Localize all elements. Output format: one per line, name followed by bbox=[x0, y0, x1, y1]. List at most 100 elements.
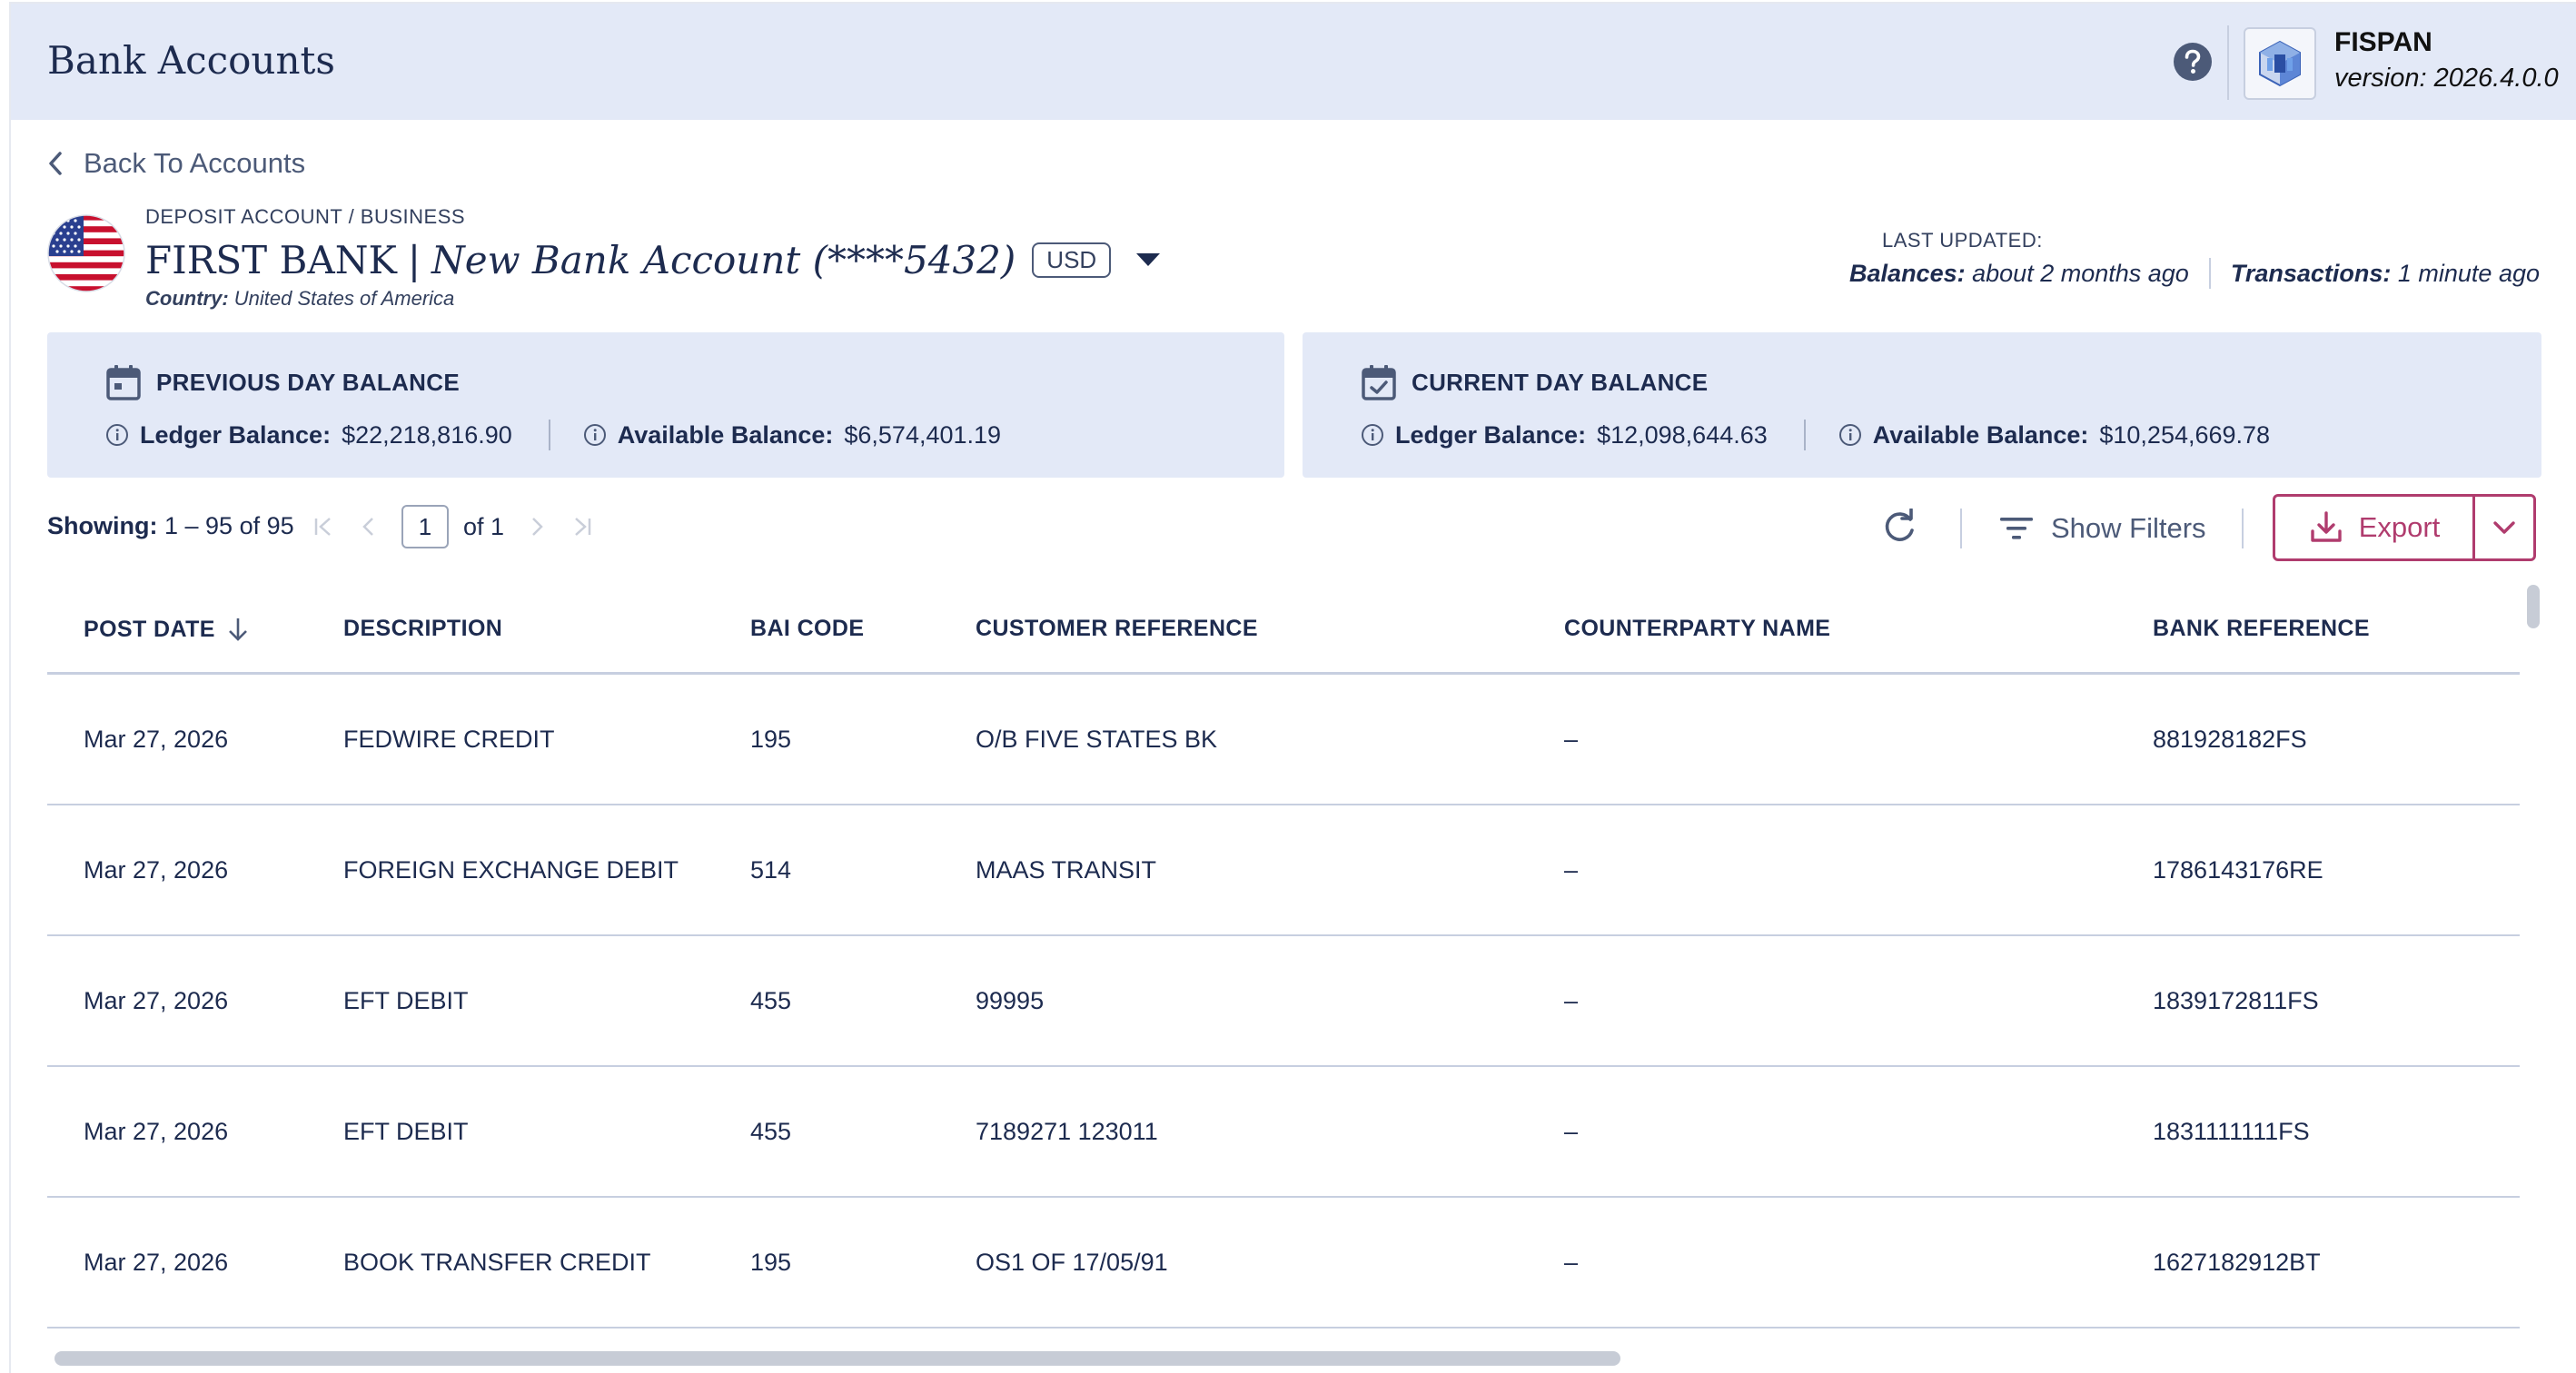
last-page-icon[interactable] bbox=[570, 514, 595, 539]
cell-counterparty-name: – bbox=[1564, 987, 1579, 1014]
table-row[interactable]: Mar 27, 2026 EFT DEBIT 455 7189271 12301… bbox=[47, 1067, 2520, 1198]
cell-counterparty-name: – bbox=[1564, 856, 1579, 884]
prev-available-balance: Available Balance: $6,574,401.19 bbox=[583, 421, 1001, 449]
cell-counterparty-name: – bbox=[1564, 726, 1579, 753]
bank-name: FIRST BANK bbox=[145, 237, 397, 282]
balances-updated-value: about 2 months ago bbox=[1972, 259, 2189, 287]
last-updated-label: LAST UPDATED: bbox=[1882, 229, 2043, 252]
cell-bai-code: 195 bbox=[750, 726, 792, 753]
prev-ledger-balance: Ledger Balance: $22,218,816.90 bbox=[105, 421, 512, 449]
balances-updated-label: Balances: bbox=[1849, 259, 1966, 287]
info-icon[interactable] bbox=[1361, 423, 1384, 447]
help-icon[interactable] bbox=[2173, 42, 2213, 82]
cell-description: EFT DEBIT bbox=[343, 1118, 469, 1145]
brand-logo bbox=[2244, 27, 2316, 100]
account-type: DEPOSIT ACCOUNT / BUSINESS bbox=[145, 205, 466, 228]
column-header-post-date[interactable]: POST DATE bbox=[84, 616, 250, 643]
info-icon[interactable] bbox=[583, 423, 607, 447]
toolbar-divider bbox=[1960, 509, 1962, 548]
curr-ledger-balance: Ledger Balance: $12,098,644.63 bbox=[1361, 421, 1768, 449]
download-icon bbox=[2310, 511, 2342, 542]
transactions-table: POST DATE DESCRIPTION BAI CODE CUSTOMER … bbox=[47, 585, 2520, 1329]
current-day-balance-title: CURRENT DAY BALANCE bbox=[1361, 363, 1708, 401]
filter-icon bbox=[2000, 518, 2033, 539]
cell-post-date: Mar 27, 2026 bbox=[84, 856, 229, 884]
table-row[interactable]: Mar 27, 2026 EFT DEBIT 455 99995 – 18391… bbox=[47, 936, 2520, 1067]
cell-description: BOOK TRANSFER CREDIT bbox=[343, 1249, 651, 1276]
available-balance-value: $6,574,401.19 bbox=[844, 420, 1002, 449]
current-day-balance-values: Ledger Balance: $12,098,644.63 Available… bbox=[1361, 420, 2270, 450]
cell-customer-reference: 7189271 123011 bbox=[976, 1118, 1158, 1145]
currency-badge: USD bbox=[1032, 242, 1112, 278]
vertical-scrollbar[interactable] bbox=[2527, 585, 2540, 628]
curr-available-balance: Available Balance: $10,254,669.78 bbox=[1838, 421, 2270, 449]
previous-day-balance-title: PREVIOUS DAY BALANCE bbox=[105, 363, 460, 401]
refresh-icon[interactable] bbox=[1880, 509, 1918, 547]
export-options-button[interactable] bbox=[2475, 497, 2533, 558]
column-header-bai-code[interactable]: BAI CODE bbox=[750, 616, 864, 642]
table-row[interactable]: Mar 27, 2026 BOOK TRANSFER CREDIT 195 OS… bbox=[47, 1198, 2520, 1329]
previous-page-icon[interactable] bbox=[358, 514, 380, 539]
info-icon[interactable] bbox=[105, 423, 129, 447]
back-to-accounts-link[interactable]: Back To Accounts bbox=[47, 145, 305, 182]
cell-customer-reference: O/B FIVE STATES BK bbox=[976, 726, 1218, 753]
cell-bank-reference: 881928182FS bbox=[2153, 726, 2307, 753]
cell-bank-reference: 1839172811FS bbox=[2153, 987, 2319, 1014]
last-updated-divider bbox=[2208, 258, 2211, 289]
show-filters-button[interactable]: Show Filters bbox=[1998, 509, 2206, 548]
column-header-description[interactable]: DESCRIPTION bbox=[343, 616, 502, 642]
next-page-icon[interactable] bbox=[526, 514, 548, 539]
back-link-label: Back To Accounts bbox=[84, 147, 306, 179]
cell-post-date: Mar 27, 2026 bbox=[84, 1249, 229, 1276]
table-row[interactable]: Mar 27, 2026 FOREIGN EXCHANGE DEBIT 514 … bbox=[47, 805, 2520, 936]
available-balance-label: Available Balance: bbox=[1872, 420, 2089, 449]
cell-bank-reference: 1831111111FS bbox=[2153, 1118, 2310, 1145]
chevron-left-icon bbox=[49, 152, 62, 175]
page-count: of 1 bbox=[463, 512, 505, 540]
brand-name: FISPAN bbox=[2334, 27, 2432, 57]
cell-bai-code: 514 bbox=[750, 856, 792, 884]
title-separator: | bbox=[407, 237, 421, 282]
column-header-counterparty-name[interactable]: COUNTERPARTY NAME bbox=[1564, 616, 1830, 642]
available-balance-value: $10,254,669.78 bbox=[2099, 420, 2271, 449]
cell-counterparty-name: – bbox=[1564, 1249, 1579, 1276]
showing-label: Showing: bbox=[47, 512, 158, 539]
horizontal-scrollbar[interactable] bbox=[54, 1351, 1620, 1366]
cell-bai-code: 455 bbox=[750, 1118, 792, 1145]
cell-description: FEDWIRE CREDIT bbox=[343, 726, 555, 753]
column-header-customer-reference[interactable]: CUSTOMER REFERENCE bbox=[976, 616, 1258, 642]
country-label: Country: bbox=[145, 287, 229, 310]
cell-description: EFT DEBIT bbox=[343, 987, 469, 1014]
showing-value: 1 – 95 of 95 bbox=[164, 512, 294, 539]
info-icon[interactable] bbox=[1838, 423, 1862, 447]
cell-post-date: Mar 27, 2026 bbox=[84, 1118, 229, 1145]
card-title: CURRENT DAY BALANCE bbox=[1412, 368, 1709, 396]
account-country: Country: United States of America bbox=[145, 287, 454, 311]
header-divider bbox=[2227, 25, 2229, 100]
show-filters-label: Show Filters bbox=[2051, 512, 2206, 544]
account-selector[interactable]: FIRST BANK | New Bank Account (****5432)… bbox=[145, 232, 1161, 287]
table-row[interactable]: Mar 27, 2026 FEDWIRE CREDIT 195 O/B FIVE… bbox=[47, 675, 2520, 805]
balance-divider bbox=[1803, 420, 1806, 450]
chevron-down-icon bbox=[2493, 521, 2515, 534]
cell-post-date: Mar 27, 2026 bbox=[84, 987, 229, 1014]
cell-bank-reference: 1786143176RE bbox=[2153, 856, 2323, 884]
transactions-updated-label: Transactions: bbox=[2230, 259, 2392, 287]
caret-down-icon[interactable] bbox=[1136, 253, 1161, 266]
export-button[interactable]: Export bbox=[2275, 497, 2475, 558]
cube-logo-icon bbox=[2259, 40, 2301, 87]
ledger-balance-label: Ledger Balance: bbox=[1395, 420, 1587, 449]
cell-counterparty-name: – bbox=[1564, 1118, 1579, 1145]
column-label: POST DATE bbox=[84, 616, 215, 642]
previous-day-balance-values: Ledger Balance: $22,218,816.90 Available… bbox=[105, 420, 1001, 450]
page-number-input[interactable]: 1 bbox=[401, 505, 449, 548]
column-header-bank-reference[interactable]: BANK REFERENCE bbox=[2153, 616, 2370, 642]
showing-count: Showing: 1 – 95 of 95 bbox=[47, 512, 294, 540]
calendar-check-icon bbox=[1362, 365, 1396, 400]
cell-customer-reference: OS1 OF 17/05/91 bbox=[976, 1249, 1168, 1276]
app-version: version: 2026.4.0.0 bbox=[2334, 64, 2559, 93]
cell-bai-code: 195 bbox=[750, 1249, 792, 1276]
cell-bank-reference: 1627182912BT bbox=[2153, 1249, 2321, 1276]
country-value: United States of America bbox=[233, 287, 455, 310]
first-page-icon[interactable] bbox=[311, 514, 336, 539]
